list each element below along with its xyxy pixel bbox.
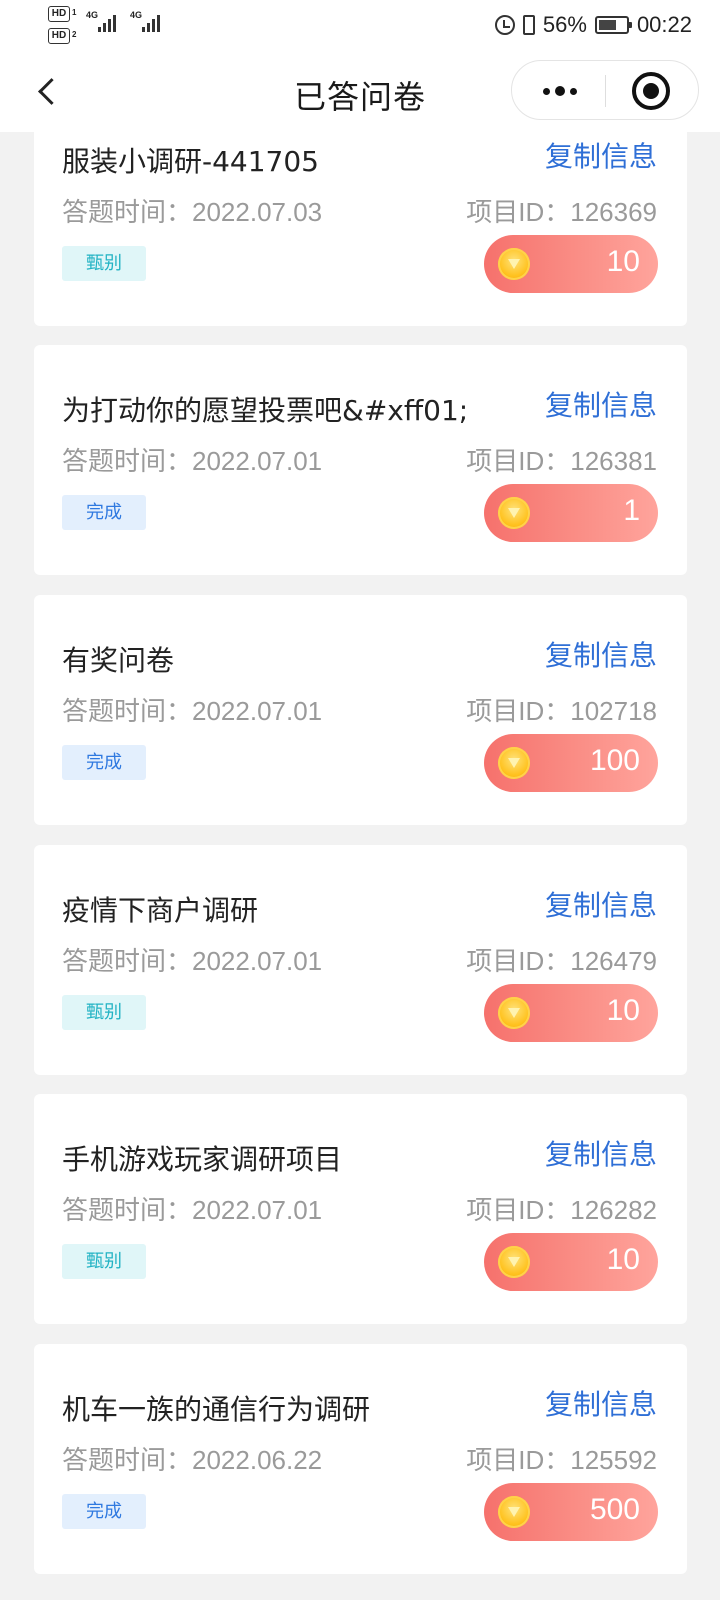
answer-time: 答题时间：2022.07.01 xyxy=(62,946,323,976)
reward-value: 10 xyxy=(606,1243,640,1276)
reward-value: 100 xyxy=(589,744,640,777)
status-badge: 甄别 xyxy=(62,246,146,281)
copy-info-button[interactable]: 复制信息 xyxy=(545,384,657,424)
network-type-2: 4G xyxy=(130,10,143,20)
reward-pill: 10 xyxy=(484,984,658,1042)
answer-time: 答题时间：2022.07.01 xyxy=(62,1195,323,1225)
survey-title: 有奖问卷 xyxy=(62,644,175,677)
status-badge: 完成 xyxy=(62,745,146,780)
coin-icon xyxy=(498,248,530,280)
miniprogram-capsule xyxy=(511,60,699,120)
project-id: 项目ID：126369 xyxy=(466,197,657,227)
project-id: 项目ID：126479 xyxy=(466,946,657,976)
more-dots-icon xyxy=(570,87,577,95)
project-id: 项目ID：102718 xyxy=(466,696,657,726)
status-badge: 甄别 xyxy=(62,1244,146,1279)
survey-title: 机车一族的通信行为调研 xyxy=(62,1393,371,1426)
sim-2-label: 2 xyxy=(72,30,77,39)
reward-pill: 100 xyxy=(484,734,658,792)
signal-icon xyxy=(142,12,172,32)
hd-icon: HD xyxy=(48,6,70,22)
status-bar: HD 1 HD 2 4G 4G 56% 00:22 xyxy=(0,0,720,52)
alarm-icon xyxy=(494,15,515,35)
hd-icon: HD xyxy=(48,28,70,44)
sim-1-label: 1 xyxy=(72,8,77,17)
status-right: 56% 00:22 xyxy=(494,10,692,40)
survey-title: 服装小调研-441705 xyxy=(62,145,319,178)
capsule-divider xyxy=(605,75,606,107)
answer-time: 答题时间：2022.06.22 xyxy=(62,1445,323,1475)
survey-card: 疫情下商户调研 复制信息 答题时间：2022.07.01 项目ID：126479… xyxy=(34,845,687,1075)
reward-pill: 10 xyxy=(484,1233,658,1291)
coin-icon xyxy=(498,497,530,529)
survey-card: 为打动你的愿望投票吧&#xff01; 复制信息 答题时间：2022.07.01 … xyxy=(34,345,687,575)
more-dots-icon xyxy=(555,86,565,96)
coin-icon xyxy=(498,1246,530,1278)
survey-card: 机车一族的通信行为调研 复制信息 答题时间：2022.06.22 项目ID：12… xyxy=(34,1344,687,1574)
reward-pill: 500 xyxy=(484,1483,658,1541)
survey-card: 有奖问卷 复制信息 答题时间：2022.07.01 项目ID：102718 完成… xyxy=(34,595,687,825)
status-badge: 甄别 xyxy=(62,995,146,1030)
survey-title: 疫情下商户调研 xyxy=(62,894,259,927)
battery-icon xyxy=(594,16,632,34)
vibrate-icon xyxy=(522,15,535,35)
reward-value: 10 xyxy=(606,994,640,1027)
clock: 00:22 xyxy=(636,12,692,37)
status-badge: 完成 xyxy=(62,1494,146,1529)
network-type-1: 4G xyxy=(86,10,99,20)
signal-icon xyxy=(98,12,128,32)
reward-value: 10 xyxy=(606,245,640,278)
reward-value: 1 xyxy=(623,494,640,527)
copy-info-button[interactable]: 复制信息 xyxy=(545,884,657,924)
more-dots-icon xyxy=(543,87,550,95)
coin-icon xyxy=(498,1496,530,1528)
survey-title: 手机游戏玩家调研项目 xyxy=(62,1143,343,1176)
survey-title: 为打动你的愿望投票吧&#xff01; xyxy=(62,394,469,427)
copy-info-button[interactable]: 复制信息 xyxy=(545,634,657,674)
status-badge: 完成 xyxy=(62,495,146,530)
copy-info-button[interactable]: 复制信息 xyxy=(545,135,657,175)
project-id: 项目ID：125592 xyxy=(466,1445,657,1475)
reward-pill: 1 xyxy=(484,484,658,542)
answer-time: 答题时间：2022.07.01 xyxy=(62,696,323,726)
coin-icon xyxy=(498,747,530,779)
project-id: 项目ID：126282 xyxy=(466,1195,657,1225)
survey-card: 手机游戏玩家调研项目 复制信息 答题时间：2022.07.01 项目ID：126… xyxy=(34,1094,687,1324)
network-indicators: HD 1 HD 2 4G 4G xyxy=(48,6,188,46)
close-miniprogram-button[interactable] xyxy=(632,72,670,110)
copy-info-button[interactable]: 复制信息 xyxy=(545,1383,657,1423)
reward-pill: 10 xyxy=(484,235,658,293)
nav-bar: 已答问卷 xyxy=(0,52,720,132)
reward-value: 500 xyxy=(589,1493,640,1526)
answer-time: 答题时间：2022.07.03 xyxy=(62,197,323,227)
coin-icon xyxy=(498,997,530,1029)
more-button[interactable] xyxy=(530,71,590,111)
answer-time: 答题时间：2022.07.01 xyxy=(62,446,323,476)
copy-info-button[interactable]: 复制信息 xyxy=(545,1133,657,1173)
battery-percent: 56% xyxy=(542,12,587,37)
project-id: 项目ID：126381 xyxy=(466,446,657,476)
